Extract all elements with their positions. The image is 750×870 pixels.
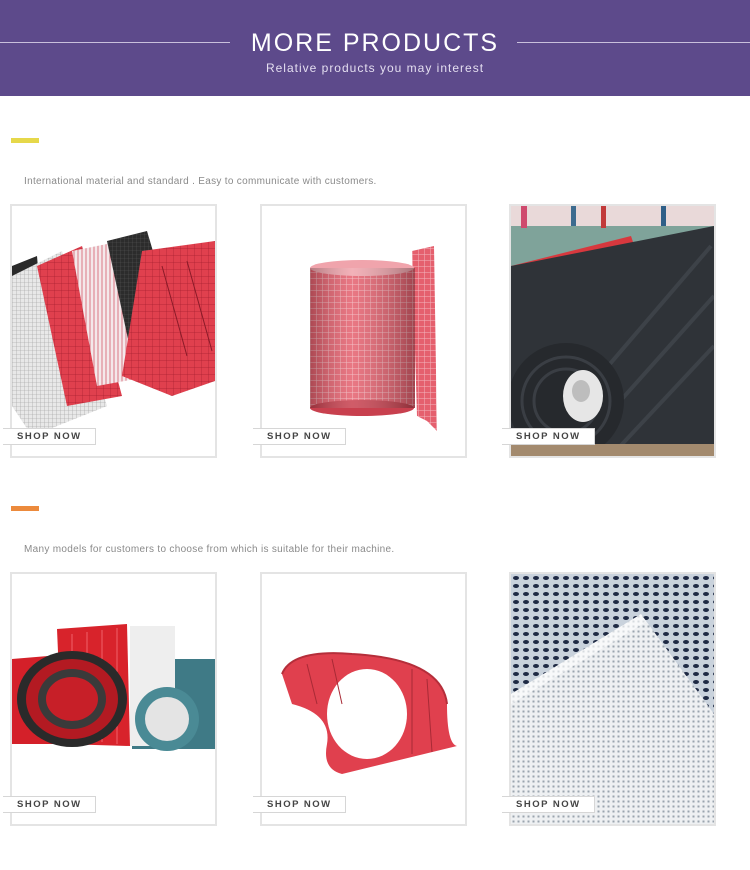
black-fabric-roll-image[interactable] xyxy=(511,206,714,456)
shop-now-button[interactable]: SHOP NOW xyxy=(253,428,346,445)
red-mesh-roll-image[interactable] xyxy=(262,206,465,456)
shop-now-button[interactable]: SHOP NOW xyxy=(502,428,595,445)
header-subtitle: Relative products you may interest xyxy=(265,61,485,75)
shop-now-button[interactable]: SHOP NOW xyxy=(502,796,595,813)
section-accent-bar xyxy=(11,506,39,511)
product-card[interactable]: SHOP NOW xyxy=(502,572,716,826)
section-description: International material and standard . Ea… xyxy=(24,176,377,187)
product-card[interactable]: SHOP NOW xyxy=(502,204,716,458)
page-header: MORE PRODUCTS Relative products you may … xyxy=(0,0,750,96)
white-mesh-closeup-image[interactable] xyxy=(511,574,714,824)
layered-mesh-sheets-image[interactable] xyxy=(12,206,215,456)
product-card[interactable]: SHOP NOW xyxy=(253,204,467,458)
shop-now-button[interactable]: SHOP NOW xyxy=(253,796,346,813)
section-accent-bar xyxy=(11,138,39,143)
red-curled-belt-image[interactable] xyxy=(262,574,465,824)
section-description: Many models for customers to choose from… xyxy=(24,544,395,555)
product-card[interactable]: SHOP NOW xyxy=(3,204,217,458)
shop-now-button[interactable]: SHOP NOW xyxy=(3,428,96,445)
header-title: MORE PRODUCTS xyxy=(250,29,500,57)
product-card[interactable]: SHOP NOW xyxy=(253,572,467,826)
shop-now-button[interactable]: SHOP NOW xyxy=(3,796,96,813)
red-white-belt-rolls-image[interactable] xyxy=(12,574,215,824)
product-card[interactable]: SHOP NOW xyxy=(3,572,217,826)
